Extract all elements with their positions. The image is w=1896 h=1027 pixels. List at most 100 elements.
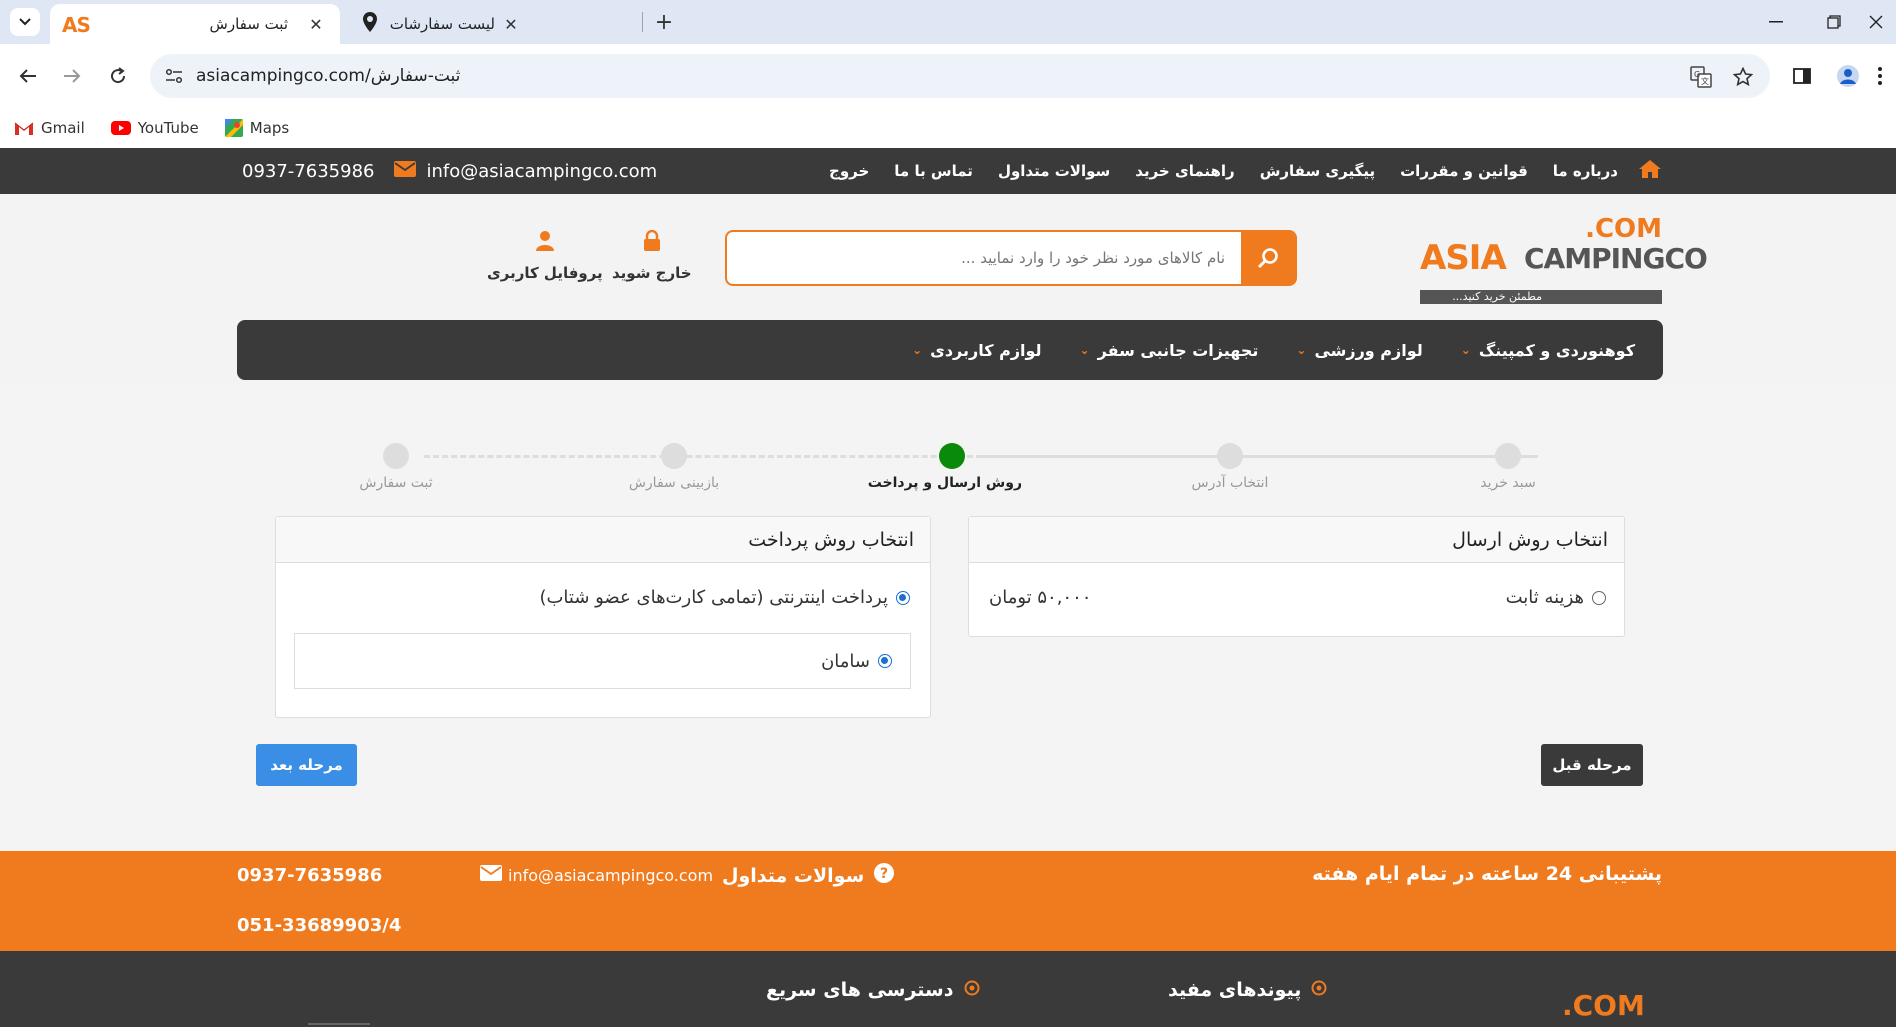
site-info-icon[interactable] <box>162 64 186 88</box>
side-panel-button[interactable] <box>1786 60 1818 92</box>
step-shipping-payment: روش ارسال و پرداخت <box>867 443 1022 491</box>
payment-panel: انتخاب روش پرداخت پرداخت اینترنتی (تمامی… <box>275 516 931 718</box>
gateway-label: سامان <box>821 650 870 672</box>
category-label: لوازم کاربردی <box>930 340 1042 360</box>
profile-button[interactable] <box>1832 60 1864 92</box>
browser-tab-inactive[interactable]: لیست سفارشات ✕ <box>345 4 635 44</box>
topbar-phone[interactable]: 0937-7635986 <box>242 161 374 182</box>
reload-button[interactable] <box>102 60 134 92</box>
search-input[interactable] <box>751 232 1231 284</box>
shipping-panel: انتخاب روش ارسال هزینه ثابت ۵۰,۰۰۰ تومان <box>968 516 1625 637</box>
step-cart: سبد خرید <box>1438 443 1578 491</box>
shipping-radio[interactable] <box>1592 590 1606 605</box>
category-travel-accessories[interactable]: تجهیزات جانبی سفر ⌄ <box>1080 341 1259 360</box>
menu-logout[interactable]: خروج <box>829 162 869 180</box>
svg-text:文: 文 <box>1701 76 1709 86</box>
topbar-menu: درباره ما قوانین و مقررات پیگیری سفارش ر… <box>804 148 1662 194</box>
chevron-down-icon <box>19 18 31 26</box>
browser-menu-button[interactable] <box>1870 60 1890 92</box>
step-label: روش ارسال و پرداخت <box>867 475 1022 491</box>
new-tab-button[interactable]: + <box>650 8 678 36</box>
bookmark-youtube[interactable]: YouTube <box>110 119 199 137</box>
payment-option-label: پرداخت اینترنتی (تمامی کارت‌های عضو شتاب… <box>539 587 888 608</box>
footer-phone[interactable]: 0937-7635986 <box>237 865 382 886</box>
close-tab-icon[interactable]: ✕ <box>499 12 523 36</box>
tab-search-button[interactable] <box>10 8 40 36</box>
site-logo[interactable]: .COM ASIA CAMPINGCO مطمئن خرید کنید... <box>1420 214 1708 304</box>
shipping-option-label: هزینه ثابت <box>1505 587 1584 608</box>
logo-camping: CAMPINGCO <box>1524 242 1708 275</box>
forward-button[interactable] <box>56 60 88 92</box>
search-button[interactable] <box>1241 232 1295 284</box>
tab-title: ثبت سفارش <box>209 15 288 33</box>
shipping-price: ۵۰,۰۰۰ تومان <box>989 587 1092 608</box>
logout-action[interactable]: خارج شوید <box>612 229 692 282</box>
browser-toolbar: asiacampingco.com/ثبت-سفارش G文 <box>0 44 1896 108</box>
step-label: ثبت سفارش <box>359 475 433 491</box>
category-utility[interactable]: لوازم کاربردی ⌄ <box>912 341 1041 360</box>
topbar-email[interactable]: info@asiacampingco.com <box>426 161 657 182</box>
step-dot <box>939 443 965 469</box>
step-submit: ثبت سفارش <box>326 443 466 491</box>
step-dot <box>1495 443 1521 469</box>
footer-logo: .COM <box>1420 989 1645 1022</box>
gateway-option[interactable]: سامان <box>294 633 911 689</box>
footer-divider <box>308 1023 370 1025</box>
footer-email-text: info@asiacampingco.com <box>508 865 714 885</box>
bookmark-gmail[interactable]: Gmail <box>14 119 85 137</box>
back-button[interactable] <box>12 60 44 92</box>
prev-step-button[interactable]: مرحله قبل <box>1541 744 1643 786</box>
arrow-right-icon <box>64 69 81 83</box>
payment-option[interactable]: پرداخت اینترنتی (تمامی کارت‌های عضو شتاب… <box>539 587 910 608</box>
menu-shopping-guide[interactable]: راهنمای خرید <box>1135 162 1234 180</box>
menu-contact[interactable]: تماس با ما <box>894 162 973 180</box>
step-review: بازبینی سفارش <box>604 443 744 491</box>
translate-icon[interactable]: G文 <box>1688 64 1714 90</box>
menu-about[interactable]: درباره ما <box>1553 162 1618 180</box>
bookmark-maps[interactable]: Maps <box>224 119 290 137</box>
menu-terms[interactable]: قوانین و مقررات <box>1400 162 1528 180</box>
payment-radio[interactable] <box>896 590 910 605</box>
url-text: asiacampingco.com/ثبت-سفارش <box>196 66 461 86</box>
payment-panel-title: انتخاب روش پرداخت <box>276 517 930 563</box>
menu-order-tracking[interactable]: پیگیری سفارش <box>1260 162 1375 180</box>
category-label: تجهیزات جانبی سفر <box>1097 340 1259 360</box>
lock-icon <box>643 229 661 256</box>
chevron-down-icon: ⌄ <box>912 343 923 357</box>
youtube-icon <box>110 121 131 135</box>
browser-tab-active[interactable]: AS ثبت سفارش ✕ <box>50 4 340 44</box>
footer-landline[interactable]: 051-33689903/4 <box>237 915 401 936</box>
category-sports[interactable]: لوازم ورزشی ⌄ <box>1296 341 1422 360</box>
next-step-button[interactable]: مرحله بعد <box>256 744 357 786</box>
useful-links-heading: پیوندهای مفید <box>1168 979 1327 1001</box>
browser-tab-strip: AS ثبت سفارش ✕ لیست سفارشات ✕ + <box>0 0 1896 44</box>
bookmark-label: Maps <box>249 119 290 137</box>
map-pin-icon <box>362 11 378 37</box>
home-icon[interactable] <box>1638 159 1662 183</box>
gateway-radio[interactable] <box>878 654 892 668</box>
bookmark-star-icon[interactable] <box>1730 64 1756 90</box>
footer-contact-bar: 0937-7635986 051-33689903/4 info@asiacam… <box>0 851 1896 951</box>
profile-action[interactable]: پروفایل کاربری <box>487 230 603 282</box>
address-bar[interactable]: asiacampingco.com/ثبت-سفارش G文 <box>150 54 1770 98</box>
step-address: انتخاب آدرس <box>1160 443 1300 491</box>
avatar-icon <box>1837 65 1859 87</box>
footer-email[interactable]: info@asiacampingco.com <box>480 865 713 885</box>
shipping-panel-title: انتخاب روش ارسال <box>969 517 1624 563</box>
bookmarks-bar: Gmail YouTube Maps <box>0 108 1896 148</box>
minimize-icon[interactable] <box>1756 8 1796 36</box>
shipping-option[interactable]: هزینه ثابت <box>1506 587 1606 608</box>
menu-faq[interactable]: سوالات متداول <box>998 162 1110 180</box>
quick-access-heading: دسترسی های سریع <box>766 979 980 1001</box>
svg-text:G: G <box>1694 70 1700 79</box>
close-tab-icon[interactable]: ✕ <box>304 12 328 36</box>
restore-icon[interactable] <box>1814 8 1854 36</box>
category-hiking-camping[interactable]: کوهنوردی و کمپینگ ⌄ <box>1461 341 1635 360</box>
footer-faq-label: سوالات متداول <box>722 864 865 887</box>
close-window-icon[interactable] <box>1856 8 1896 36</box>
tab-title: لیست سفارشات <box>389 15 495 33</box>
site-favicon: AS <box>62 13 91 37</box>
logo-dotcom: .COM <box>1585 214 1662 244</box>
footer-faq[interactable]: ? سوالات متداول <box>722 863 895 888</box>
user-icon <box>535 230 555 256</box>
